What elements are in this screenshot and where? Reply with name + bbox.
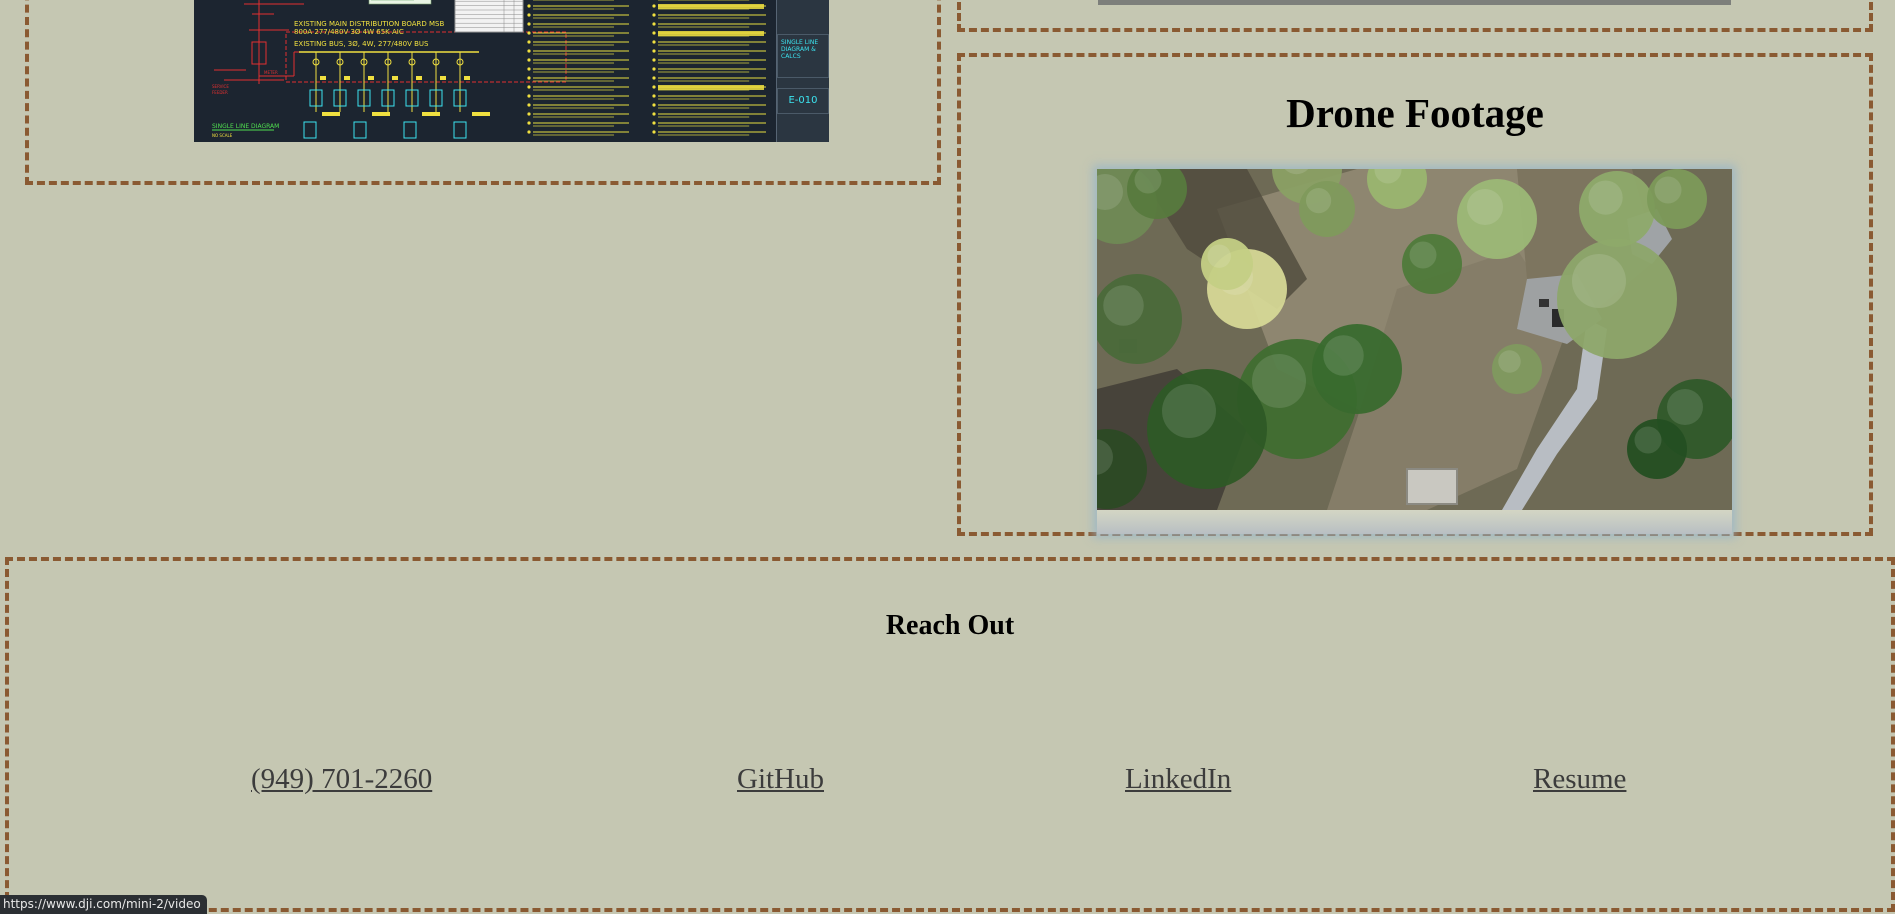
sheet-number: E-010 [777,88,829,114]
board-label: EXISTING MAIN DISTRIBUTION BOARD MSB [294,20,444,28]
drone-footage-title: Drone Footage [1286,90,1544,136]
linkedin-link[interactable]: LinkedIn [1125,758,1231,800]
github-link[interactable]: GitHub [737,758,824,800]
status-bar-url: https://www.dji.com/mini-2/video [0,895,207,914]
drone-aerial-frame [1097,169,1732,510]
svg-text:SERVICE: SERVICE [212,84,229,89]
single-line-diagram-image: SERVICE FEEDER METER EXISTING MAIN DISTR… [194,0,829,142]
video-controls-bar[interactable] [1097,510,1732,534]
diagram-scale: NO SCALE [212,133,233,138]
phone-link[interactable]: (949) 701-2260 [251,758,432,800]
svg-text:METER: METER [264,70,278,75]
sheet-title: SINGLE LINE DIAGRAM & CALCS [777,34,829,78]
svg-text:FEEDER: FEEDER [212,90,228,95]
diagram-label: SINGLE LINE DIAGRAM [212,123,279,130]
cad-title-block: SINGLE LINE DIAGRAM & CALCS E-010 [776,0,829,142]
resume-link[interactable]: Resume [1533,758,1626,800]
drone-video-player[interactable] [1097,169,1732,534]
board-rating: 800A 277/480V 3Ø 4W 65K AIC [294,28,404,36]
previous-media-bottom-edge [1098,0,1731,5]
project-panel: SERVICE FEEDER METER EXISTING MAIN DISTR… [25,0,941,185]
cad-drawing-svg: SERVICE FEEDER METER EXISTING MAIN DISTR… [194,0,829,142]
bus-label: EXISTING BUS, 3Ø, 4W, 277/480V BUS [294,40,429,48]
reach-out-title: Reach Out [885,610,1015,641]
